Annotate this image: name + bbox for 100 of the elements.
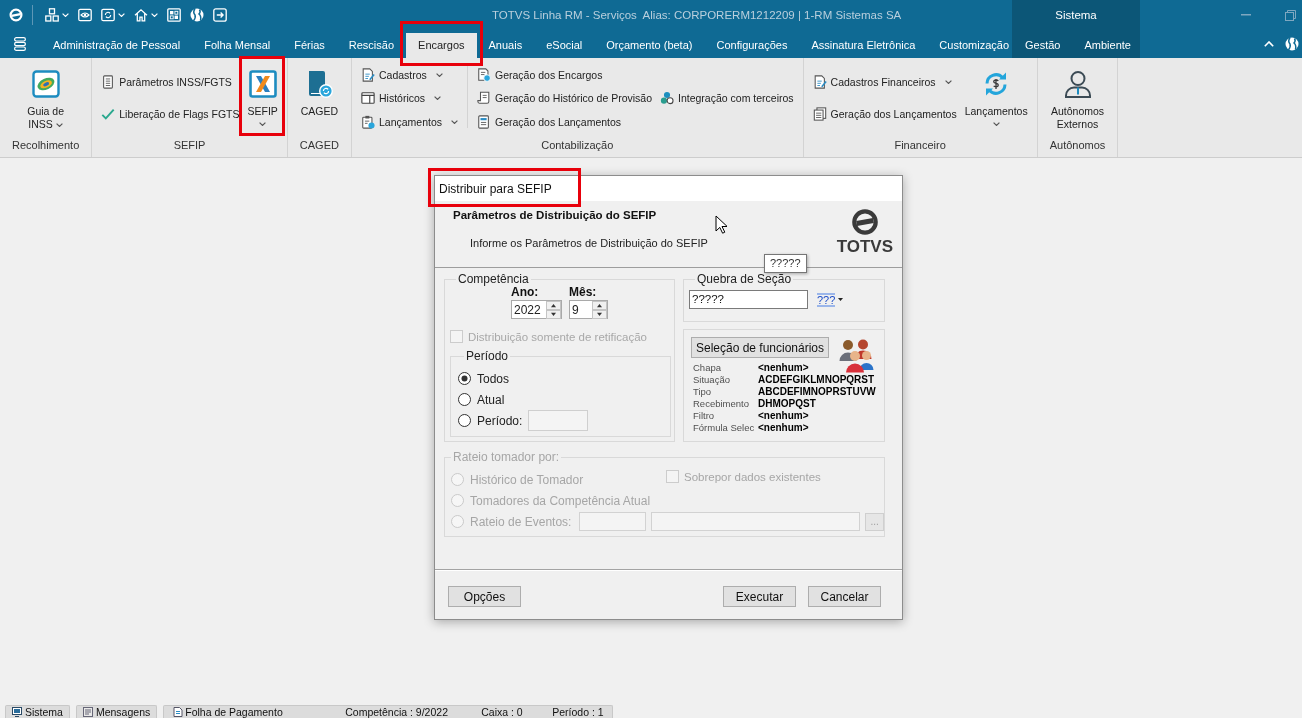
ribbon-tab[interactable]: Férias bbox=[289, 33, 330, 58]
ribbon-button[interactable]: Integração com terceiros bbox=[659, 91, 795, 105]
cubes-icon[interactable] bbox=[45, 8, 59, 22]
dialog-subtitle: Informe os Parâmetros de Distribuição do SEFIP bbox=[470, 237, 708, 249]
ribbon-button[interactable]: Geração do Histórico de Provisão bbox=[476, 91, 653, 105]
stacked-documents-icon bbox=[812, 106, 827, 121]
person-icon bbox=[1063, 70, 1092, 98]
home-icon[interactable] bbox=[134, 8, 148, 22]
ribbon-button[interactable]: Cadastros bbox=[359, 67, 459, 82]
ribbon-tab[interactable]: eSocial bbox=[541, 33, 588, 58]
ribbon-tab[interactable]: Gestão bbox=[1020, 33, 1066, 58]
status-text: Folha de Pagamento bbox=[185, 706, 283, 718]
monitor-icon bbox=[12, 707, 22, 717]
ribbon-button[interactable]: Geração dos Lançamentos bbox=[811, 106, 958, 121]
field-value: ACDEFGIKLMNOPQRST bbox=[758, 374, 875, 386]
ribbon-button[interactable]: Geração dos Lançamentos bbox=[476, 114, 653, 129]
ribbon-tab[interactable]: Orçamento (beta) bbox=[601, 33, 698, 58]
status-text: Período : 1 bbox=[552, 706, 604, 718]
ribbon-tab[interactable]: Administração de Pessoal bbox=[48, 33, 186, 58]
group-label: SEFIP bbox=[173, 138, 206, 152]
group-title: Competência bbox=[457, 273, 530, 286]
field-label: Situação bbox=[693, 374, 730, 386]
field-label: Filtro bbox=[693, 410, 715, 422]
ribbon-button[interactable]: Lançamentos bbox=[359, 114, 459, 129]
window-title: TOTVS Linha RM - Serviços Alias: CORPORERM1212209 | 1-RM Sistemas SA bbox=[492, 9, 902, 21]
ribbon-button[interactable]: Históricos bbox=[359, 91, 459, 105]
radio-button[interactable] bbox=[458, 372, 471, 385]
caret-icon[interactable] bbox=[151, 13, 158, 17]
year-spin-field[interactable]: 2022 bbox=[511, 300, 562, 319]
caret-icon[interactable] bbox=[62, 13, 69, 17]
field-label: Tipo bbox=[693, 386, 712, 398]
eye-icon[interactable] bbox=[78, 8, 92, 22]
group-label: Contabilização bbox=[541, 138, 614, 152]
ribbon-tab[interactable]: Anuais bbox=[483, 33, 528, 58]
people-icon bbox=[838, 337, 874, 373]
database-icon[interactable] bbox=[14, 37, 26, 51]
globe-icon[interactable] bbox=[1285, 37, 1299, 51]
window-refresh-icon[interactable] bbox=[101, 8, 115, 22]
ribbon-button[interactable]: Geração dos Encargos bbox=[476, 67, 653, 82]
emblem-tile-icon bbox=[31, 70, 60, 98]
x-tile-icon bbox=[248, 70, 277, 98]
input-field[interactable] bbox=[650, 512, 861, 531]
dialog-button[interactable]: Cancelar bbox=[808, 586, 881, 607]
dialog-button[interactable]: Executar bbox=[723, 586, 796, 607]
document-pen-icon bbox=[812, 75, 827, 90]
ribbon-tab[interactable]: Rescisão bbox=[343, 33, 400, 58]
dialog-heading: Parâmetros de Distribuição do SEFIP bbox=[453, 209, 658, 221]
group-title: Quebra de Seção bbox=[696, 273, 793, 286]
ribbon-button[interactable]: CAGED bbox=[296, 58, 343, 138]
status-tab[interactable]: Mensagens bbox=[75, 705, 158, 718]
chevron-up-icon[interactable] bbox=[1264, 41, 1274, 47]
group-label: CAGED bbox=[299, 138, 339, 152]
ribbon-button[interactable]: Lançamentos bbox=[960, 58, 1032, 138]
caret-icon[interactable] bbox=[118, 13, 125, 17]
logo-text: TOTVS bbox=[836, 238, 893, 256]
field-value: <nenhum> bbox=[758, 362, 809, 374]
radio-label: Tomadores da Competência Atual bbox=[470, 493, 651, 508]
ribbon-button[interactable]: Guia de INSS bbox=[13, 58, 78, 138]
text-field[interactable]: ????? bbox=[689, 290, 808, 309]
status-tab[interactable]: Sistema bbox=[5, 705, 70, 718]
ribbon-button[interactable]: Parâmetros INSS/FGTS bbox=[100, 75, 241, 90]
group-label: Recolhimento bbox=[12, 138, 80, 152]
ribbon-tab[interactable]: Customização bbox=[934, 33, 1015, 58]
ribbon-tab[interactable]: Encargos bbox=[406, 33, 477, 58]
document-badge-icon bbox=[477, 67, 491, 82]
field-value: DHMOPQST bbox=[758, 398, 816, 410]
radio-button[interactable] bbox=[458, 414, 471, 427]
ribbon-button[interactable]: Liberação de Flags FGTS bbox=[100, 106, 241, 121]
field-label: Chapa bbox=[693, 362, 721, 374]
panel-window-icon bbox=[360, 91, 375, 105]
radio-label: Período: bbox=[477, 413, 523, 428]
scroll-icon bbox=[477, 91, 491, 105]
document-pen-icon bbox=[360, 67, 375, 82]
three-circles-icon bbox=[660, 91, 674, 105]
ribbon-tab[interactable]: Folha Mensal bbox=[199, 33, 276, 58]
radio-label: Histórico de Tomador bbox=[470, 472, 584, 487]
picker-button[interactable]: ??? bbox=[817, 292, 844, 307]
globe-icon[interactable] bbox=[190, 8, 204, 22]
ring-logo-icon[interactable] bbox=[9, 8, 23, 22]
dialog-title: Distribuir para SEFIP bbox=[439, 181, 552, 196]
selection-button[interactable]: Seleção de funcionários bbox=[691, 337, 829, 358]
ribbon-button[interactable]: Autônomos Externos bbox=[1045, 58, 1110, 138]
exit-icon[interactable] bbox=[213, 8, 227, 22]
ribbon-tab[interactable]: Ambiente bbox=[1079, 33, 1136, 58]
message-icon bbox=[82, 707, 93, 717]
ribbon-button[interactable]: Cadastros Financeiros bbox=[811, 75, 958, 90]
clipboard-icon bbox=[360, 114, 375, 129]
status-text: Caixa : 0 bbox=[481, 706, 523, 718]
ribbon-tab[interactable]: Configurações bbox=[711, 33, 793, 58]
month-spin-field[interactable]: 9 bbox=[569, 300, 608, 319]
ring-logo-icon bbox=[851, 209, 878, 235]
period-field[interactable] bbox=[528, 410, 589, 431]
ribbon-button[interactable]: SEFIP bbox=[243, 58, 282, 138]
grid-icon[interactable] bbox=[167, 8, 181, 22]
input-field[interactable] bbox=[579, 512, 646, 531]
tooltip: ????? bbox=[764, 254, 807, 273]
checkmark-icon bbox=[101, 106, 116, 121]
ribbon-tab[interactable]: Assinatura Eletrônica bbox=[806, 33, 921, 58]
dialog-button[interactable]: Opções bbox=[448, 586, 521, 607]
radio-button[interactable] bbox=[458, 393, 471, 406]
